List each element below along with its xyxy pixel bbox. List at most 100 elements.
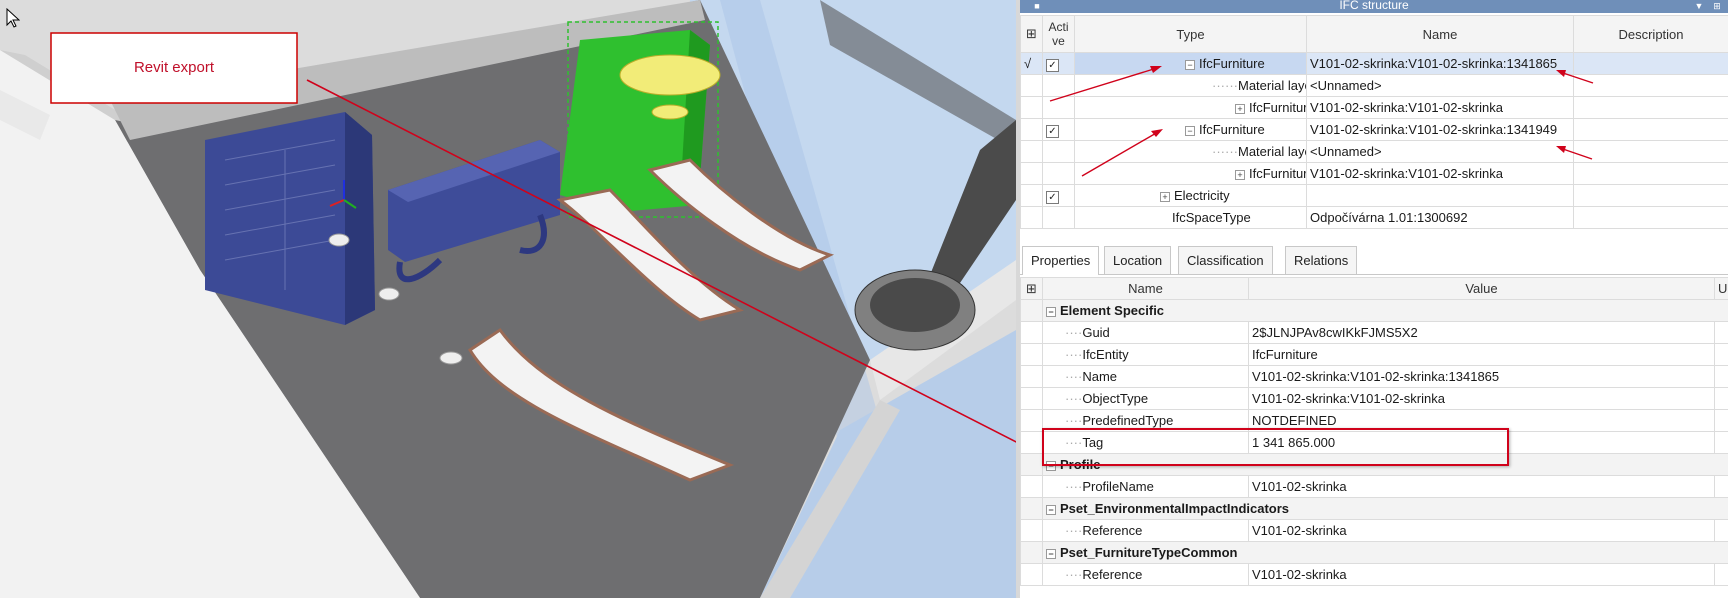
property-row[interactable]: ····Reference V101-02-skrinka <box>1020 519 1728 542</box>
prop-value: V101-02-skrinka:V101-02-skrinka <box>1248 387 1715 410</box>
collapse-icon[interactable]: − <box>1185 59 1195 70</box>
name-cell: V101-02-skrinka:V101-02-skrinka:1341865 <box>1306 52 1574 75</box>
prop-name: ObjectType <box>1082 391 1149 406</box>
name-cell: V101-02-skrinka:V101-02-skrinka:1341949 <box>1306 118 1574 141</box>
name-cell: V101-02-skrinka:V101-02-skrinka <box>1306 162 1574 185</box>
stool <box>439 351 463 365</box>
type-label: IfcFurnitureType <box>1249 166 1306 181</box>
prop-name: PredefinedType <box>1082 413 1174 428</box>
prop-name: Tag <box>1082 435 1104 450</box>
prop-value: V101-02-skrinka <box>1248 519 1715 542</box>
3d-viewport[interactable]: Revit export <box>0 0 1016 598</box>
dropdown-icon[interactable]: ▼ <box>1694 1 1704 11</box>
type-label: IfcFurniture <box>1199 56 1265 71</box>
type-label: IfcFurniture <box>1199 122 1265 137</box>
group-name: Profile <box>1060 457 1101 472</box>
prop-value: V101-02-skrinka:V101-02-skrinka:1341865 <box>1248 365 1715 388</box>
property-row-tag[interactable]: ····Tag 1 341 865.000 <box>1020 431 1728 454</box>
panel-title: IFC structure <box>1339 0 1409 12</box>
col-active[interactable]: Acti ve <box>1042 15 1075 53</box>
column-chooser-icon[interactable]: ⊞ <box>1020 277 1043 300</box>
col-description[interactable]: Description <box>1573 15 1728 53</box>
pin-icon[interactable]: ■ <box>1032 1 1042 11</box>
type-label: Material layer <box>1237 144 1306 159</box>
property-group-row[interactable]: − Element Specific <box>1020 299 1728 322</box>
properties-grid: ⊞ Name Value Unit −Element Specific ····… <box>1020 277 1728 586</box>
col-prop-name[interactable]: Name <box>1042 277 1249 300</box>
prop-value: 2$JLNJPAv8cwIKkFJMS5X2 <box>1248 321 1715 344</box>
col-prop-value[interactable]: Value <box>1248 277 1715 300</box>
tree-row[interactable]: ✓ − IfcFurniture V101-02-skrinka:V101-02-… <box>1020 118 1728 141</box>
property-row[interactable]: ····ProfileName V101-02-skrinka <box>1020 475 1728 498</box>
name-cell: <Unnamed> <box>1306 140 1574 163</box>
property-row[interactable]: ····Name V101-02-skrinka:V101-02-skrinka… <box>1020 365 1728 388</box>
expand-icon[interactable]: + <box>1235 169 1245 180</box>
expand-icon[interactable]: + <box>1160 191 1170 202</box>
type-label: IfcSpaceType <box>1172 210 1251 225</box>
prop-value: V101-02-skrinka <box>1248 563 1715 586</box>
property-group-row[interactable]: − Pset_FurnitureTypeCommon <box>1020 541 1728 564</box>
prop-value: 1 341 865.000 <box>1248 431 1715 454</box>
prop-name: ProfileName <box>1082 479 1154 494</box>
collapse-icon[interactable]: − <box>1046 548 1056 559</box>
column-chooser-icon[interactable]: ⊞ <box>1020 15 1043 53</box>
dock-icon[interactable]: ⊞ <box>1712 1 1722 11</box>
tall-cabinet-side <box>345 112 375 325</box>
callout-label: Revit export <box>133 59 215 76</box>
tree-row[interactable]: + IfcFurnitureType V101-02-skrinka:V101-0… <box>1020 96 1728 119</box>
ifc-structure-tree: ⊞ Acti ve Type Name Description √ ✓ − Ifc… <box>1020 15 1728 229</box>
collapse-icon[interactable]: − <box>1185 125 1195 136</box>
name-cell: V101-02-skrinka:V101-02-skrinka <box>1306 96 1574 119</box>
prop-name: Reference <box>1082 523 1143 538</box>
type-label: IfcFurnitureType <box>1249 100 1306 115</box>
property-group-row[interactable]: − Profile <box>1020 453 1728 476</box>
type-label: Electricity <box>1174 188 1230 203</box>
property-group-row[interactable]: − Pset_EnvironmentalImpactIndicators <box>1020 497 1728 520</box>
col-name[interactable]: Name <box>1306 15 1574 53</box>
prop-name: Guid <box>1082 325 1110 340</box>
stool <box>328 233 350 247</box>
type-label: Material layer <box>1237 78 1306 93</box>
property-row[interactable]: ····Reference V101-02-skrinka <box>1020 563 1728 586</box>
tree-row[interactable]: ······Material layer <Unnamed> <box>1020 140 1728 163</box>
property-row[interactable]: ····ObjectType V101-02-skrinka:V101-02-s… <box>1020 387 1728 410</box>
col-prop-unit[interactable]: Unit <box>1714 277 1728 300</box>
tree-row[interactable]: + IfcFurnitureType V101-02-skrinka:V101-0… <box>1020 162 1728 185</box>
checkbox-icon[interactable]: ✓ <box>1046 124 1059 138</box>
name-cell <box>1306 184 1574 207</box>
cursor-arrow-icon <box>6 8 20 28</box>
group-name: Pset_FurnitureTypeCommon <box>1060 545 1238 560</box>
properties-tabs: Properties Location Classification Relat… <box>1020 242 1728 275</box>
collapse-icon[interactable]: − <box>1046 460 1056 471</box>
ifc-structure-titlebar: ■ IFC structure ▼ ⊞ <box>1020 0 1728 13</box>
prop-name: Name <box>1082 369 1118 384</box>
property-row[interactable]: ····IfcEntity IfcFurniture <box>1020 343 1728 366</box>
name-cell: Odpočívárna 1.01:1300692 <box>1306 206 1574 229</box>
col-type[interactable]: Type <box>1074 15 1307 53</box>
lamp-bottom <box>651 104 689 120</box>
checkbox-icon[interactable]: ✓ <box>1046 58 1059 72</box>
prop-value: IfcFurniture <box>1248 343 1715 366</box>
tree-row[interactable]: ✓ + Electricity <box>1020 184 1728 207</box>
tree-row[interactable]: ······Material layer <Unnamed> <box>1020 74 1728 97</box>
property-row[interactable]: ····PredefinedType NOTDEFINED <box>1020 409 1728 432</box>
description-cell <box>1573 52 1728 75</box>
group-name: Pset_EnvironmentalImpactIndicators <box>1060 501 1290 516</box>
tab-location[interactable]: Location <box>1104 246 1172 274</box>
property-row[interactable]: ····Guid 2$JLNJPAv8cwIKkFJMS5X2 <box>1020 321 1728 344</box>
prop-value: V101-02-skrinka <box>1248 475 1715 498</box>
collapse-icon[interactable]: − <box>1046 306 1056 317</box>
tab-properties[interactable]: Properties <box>1022 246 1100 275</box>
tab-classification[interactable]: Classification <box>1178 246 1273 274</box>
prop-name: IfcEntity <box>1082 347 1129 362</box>
tree-row[interactable]: IfcSpaceType Odpočívárna 1.01:1300692 <box>1020 206 1728 229</box>
checkbox-icon[interactable]: ✓ <box>1046 190 1059 204</box>
collapse-icon[interactable]: − <box>1046 504 1056 515</box>
row-mark: √ <box>1020 52 1043 75</box>
expand-icon[interactable]: + <box>1235 103 1245 114</box>
pendant-lamp <box>619 54 721 96</box>
tab-relations[interactable]: Relations <box>1285 246 1358 274</box>
group-name: Element Specific <box>1060 303 1165 318</box>
prop-value: NOTDEFINED <box>1248 409 1715 432</box>
tree-row[interactable]: √ ✓ − IfcFurniture V101-02-skrinka:V101-0… <box>1020 52 1728 75</box>
